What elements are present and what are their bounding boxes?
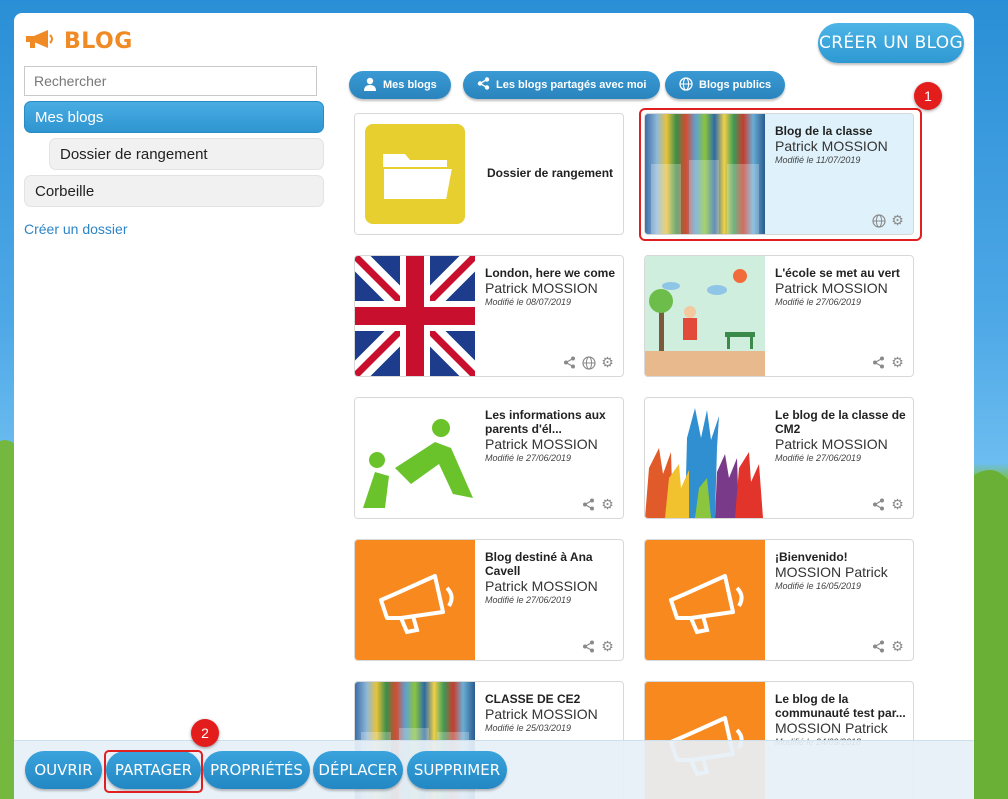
blog-modified-date: Modifié le 16/05/2019 [775, 581, 862, 591]
globe-icon [679, 76, 693, 94]
blog-title: L'école se met au vert [775, 266, 900, 280]
blog-thumbnail [645, 398, 765, 518]
blog-thumbnail [355, 256, 475, 376]
create-folder-link[interactable]: Créer un dossier [24, 221, 128, 237]
share-icon [477, 77, 490, 93]
megaphone-icon [24, 28, 56, 55]
open-button[interactable]: OUVRIR [25, 751, 102, 789]
blog-card-icons: ⚙ [871, 354, 905, 370]
blog-author: MOSSION Patrick [775, 720, 888, 736]
blog-card[interactable]: ¡Bienvenido! MOSSION Patrick Modifié le … [644, 539, 914, 661]
blog-thumbnail [645, 256, 765, 376]
gear-icon[interactable]: ⚙ [600, 496, 615, 512]
blog-title: Les informations aux parents d'él... [485, 408, 606, 436]
blog-modified-date: Modifié le 25/03/2019 [485, 723, 572, 733]
blog-title: Le blog de la communauté test par... [775, 692, 906, 720]
sidebar-item-label: Dossier de rangement [60, 145, 208, 163]
tab-blogs-publics[interactable]: Blogs publics [665, 71, 786, 99]
blog-modified-date: Modifié le 27/06/2019 [485, 595, 572, 605]
app-title: BLOG [64, 28, 133, 54]
blog-card-icons: ⚙ [871, 496, 905, 512]
blog-card[interactable]: Les informations aux parents d'él... Pat… [354, 397, 624, 519]
move-button[interactable]: DÉPLACER [313, 751, 403, 789]
blog-card-icons: ⚙ [581, 496, 615, 512]
blog-card-icons: ⚙ [581, 638, 615, 654]
sidebar-item-corbeille[interactable]: Corbeille [24, 175, 324, 207]
blog-title: ¡Bienvenido! [775, 550, 848, 564]
gear-icon[interactable]: ⚙ [600, 354, 615, 370]
annotation-highlight-selected-blog [639, 108, 922, 241]
action-bar: OUVRIR PARTAGER PROPRIÉTÉS DÉPLACER SUPP… [14, 740, 974, 799]
tab-mes-blogs[interactable]: Mes blogs [349, 71, 451, 99]
blog-author: Patrick MOSSION [485, 578, 598, 594]
blog-card-icons: ⚙ [871, 638, 905, 654]
blog-info: Blog destiné à Ana Cavell Patrick MOSSIO… [485, 550, 617, 606]
delete-button[interactable]: SUPPRIMER [407, 751, 507, 789]
blog-modified-date: Modifié le 27/06/2019 [485, 453, 572, 463]
share-icon[interactable] [581, 639, 596, 654]
folder-label: Dossier de rangement [487, 166, 614, 180]
share-icon[interactable] [581, 497, 596, 512]
annotation-badge-2: 2 [191, 719, 219, 747]
blog-card[interactable]: L'école se met au vert Patrick MOSSION M… [644, 255, 914, 377]
blog-thumbnail [355, 398, 475, 518]
blog-author: Patrick MOSSION [485, 706, 598, 722]
gear-icon[interactable]: ⚙ [890, 638, 905, 654]
share-icon[interactable] [562, 355, 577, 370]
blog-author: Patrick MOSSION [775, 280, 888, 296]
blog-modified-date: Modifié le 27/06/2019 [775, 297, 862, 307]
folder-thumbnail [355, 114, 475, 234]
blog-info: Les informations aux parents d'él... Pat… [485, 408, 617, 464]
blog-author: MOSSION Patrick [775, 564, 888, 580]
share-icon[interactable] [871, 639, 886, 654]
blog-info: Le blog de la classe de CM2 Patrick MOSS… [775, 408, 907, 464]
annotation-badge-1: 1 [914, 82, 942, 110]
main-panel: BLOG CRÉER UN BLOG Mes blogs Dossier de … [14, 13, 974, 799]
blog-thumbnail [355, 540, 475, 660]
blog-title: Le blog de la classe de CM2 [775, 408, 906, 436]
blog-card[interactable]: Blog destiné à Ana Cavell Patrick MOSSIO… [354, 539, 624, 661]
blog-author: Patrick MOSSION [485, 436, 598, 452]
globe-icon [581, 355, 596, 370]
tab-label: Blogs publics [699, 79, 772, 91]
blog-thumbnail [645, 540, 765, 660]
blog-title: Blog destiné à Ana Cavell [485, 550, 593, 578]
sidebar-item-dossier-de-rangement[interactable]: Dossier de rangement [49, 138, 324, 170]
sidebar-item-mes-blogs[interactable]: Mes blogs [24, 101, 324, 133]
sidebar-item-label: Corbeille [35, 182, 95, 200]
blog-title: London, here we come [485, 266, 616, 280]
blog-author: Patrick MOSSION [485, 280, 598, 296]
blog-info: L'école se met au vert Patrick MOSSION M… [775, 266, 907, 308]
user-icon [363, 77, 377, 94]
tab-label: Les blogs partagés avec moi [496, 79, 647, 91]
sidebar-item-label: Mes blogs [35, 108, 104, 126]
blog-author: Patrick MOSSION [775, 436, 888, 452]
share-icon[interactable] [871, 497, 886, 512]
create-blog-button[interactable]: CRÉER UN BLOG [818, 23, 964, 63]
blog-modified-date: Modifié le 08/07/2019 [485, 297, 572, 307]
annotation-highlight-share-button [104, 750, 203, 793]
blog-info: ¡Bienvenido! MOSSION Patrick Modifié le … [775, 550, 907, 592]
blog-info: London, here we come Patrick MOSSION Mod… [485, 266, 617, 308]
blog-card-icons: ⚙ [562, 354, 615, 370]
gear-icon[interactable]: ⚙ [890, 496, 905, 512]
blog-card[interactable]: London, here we come Patrick MOSSION Mod… [354, 255, 624, 377]
blog-card[interactable]: Le blog de la classe de CM2 Patrick MOSS… [644, 397, 914, 519]
tab-label: Mes blogs [383, 79, 437, 91]
blog-title: CLASSE DE CE2 [485, 692, 581, 706]
tab-blogs-partages[interactable]: Les blogs partagés avec moi [463, 71, 661, 99]
folder-card[interactable]: Dossier de rangement [354, 113, 624, 235]
gear-icon[interactable]: ⚙ [890, 354, 905, 370]
share-icon[interactable] [871, 355, 886, 370]
properties-button[interactable]: PROPRIÉTÉS [203, 751, 310, 789]
blog-info: CLASSE DE CE2 Patrick MOSSION Modifié le… [485, 692, 617, 734]
blog-modified-date: Modifié le 27/06/2019 [775, 453, 862, 463]
gear-icon[interactable]: ⚙ [600, 638, 615, 654]
app-header: BLOG [24, 21, 133, 61]
search-input[interactable] [24, 66, 317, 96]
